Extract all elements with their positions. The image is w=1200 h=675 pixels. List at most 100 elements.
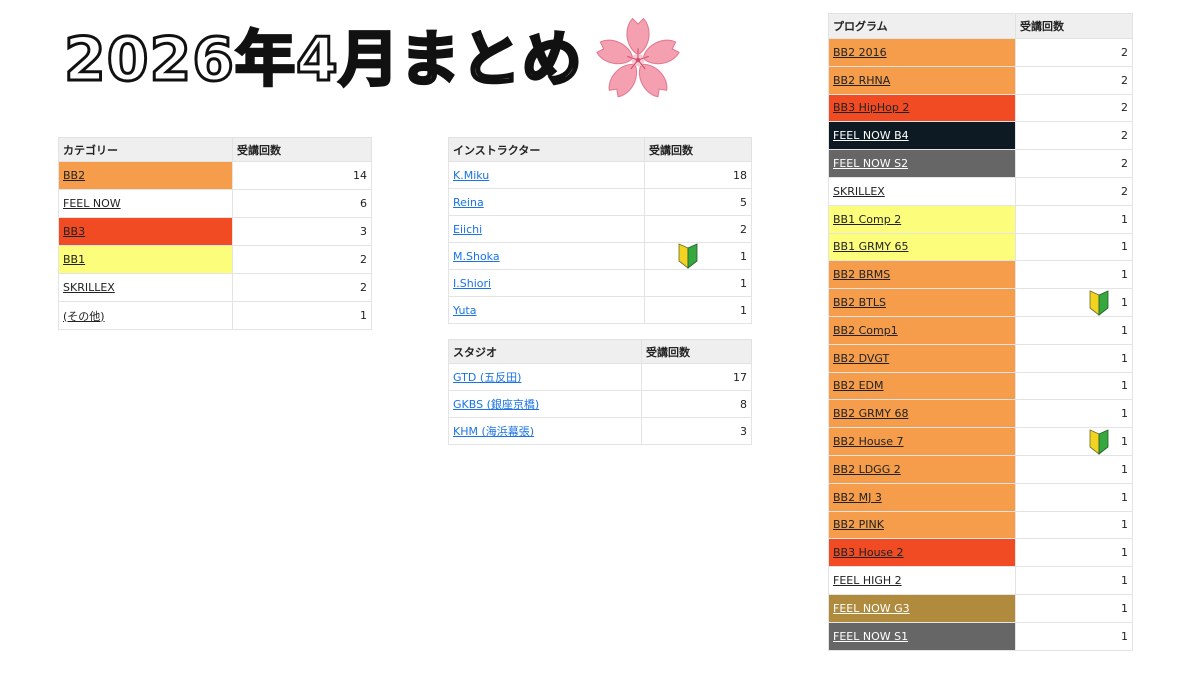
name-cell: FEEL HIGH 2 <box>828 566 1016 595</box>
count-cell: 1 <box>1015 510 1133 540</box>
count-value: 1 <box>1121 435 1128 449</box>
count-value: 2 <box>740 222 747 236</box>
table-row: BB2 2016 2 <box>828 38 1133 67</box>
table-row: BB2 PINK 1 <box>828 510 1133 540</box>
count-cell: 2 <box>232 245 372 274</box>
row-link[interactable]: BB2 RHNA <box>833 74 890 87</box>
table-row: BB3 House 2 1 <box>828 538 1133 568</box>
name-cell: (その他) <box>58 301 233 330</box>
name-cell: BB2 House 7 <box>828 427 1016 456</box>
table-row: BB2 GRMY 68 1 <box>828 399 1133 429</box>
count-value: 1 <box>740 303 747 317</box>
row-link[interactable]: KHM (海浜幕張) <box>453 425 534 438</box>
row-link[interactable]: BB3 House 2 <box>833 546 904 559</box>
row-link[interactable]: SKRILLEX <box>833 185 885 198</box>
row-link[interactable]: SKRILLEX <box>63 281 115 294</box>
table-row: KHM (海浜幕張) 3 <box>448 417 752 445</box>
name-cell: BB2 Comp1 <box>828 315 1016 345</box>
count-cell: 2 <box>232 273 372 302</box>
row-link[interactable]: BB2 <box>63 169 85 182</box>
table-row: FEEL NOW S1 1 <box>828 621 1133 651</box>
row-link[interactable]: Eiichi <box>453 223 482 236</box>
row-link[interactable]: BB2 BRMS <box>833 268 890 281</box>
table-row: Yuta 1 <box>448 296 752 324</box>
row-link[interactable]: BB2 LDGG 2 <box>833 463 901 476</box>
row-link[interactable]: FEEL NOW S1 <box>833 630 908 643</box>
row-link[interactable]: BB2 MJ 3 <box>833 491 882 504</box>
count-value: 1 <box>1121 296 1128 310</box>
count-value: 2 <box>1121 73 1128 87</box>
count-cell: 1 <box>644 242 752 270</box>
count-cell: 2 <box>1015 38 1133 67</box>
name-cell: GKBS (銀座京橋) <box>448 390 642 418</box>
name-cell: FEEL NOW S1 <box>828 621 1016 651</box>
row-link[interactable]: I.Shiori <box>453 277 491 290</box>
row-link[interactable]: BB3 HipHop 2 <box>833 101 909 114</box>
table-header-row: インストラクター 受講回数 <box>448 137 752 162</box>
count-cell: 1 <box>644 269 752 297</box>
count-value: 1 <box>1121 240 1128 254</box>
count-value: 8 <box>740 397 747 411</box>
category-table: カテゴリー 受講回数 BB2 14 FEEL NOW 6 BB3 3 BB1 2 SKRILLE… <box>58 137 372 330</box>
name-cell: BB1 GRMY 65 <box>828 232 1016 262</box>
row-link[interactable]: GTD (五反田) <box>453 371 521 384</box>
table-row: BB2 DVGT 1 <box>828 343 1133 373</box>
row-link[interactable]: FEEL NOW B4 <box>833 129 909 142</box>
column-header: 受講回数 <box>641 339 752 364</box>
row-link[interactable]: FEEL HIGH 2 <box>833 574 902 587</box>
name-cell: SKRILLEX <box>58 273 233 302</box>
row-link[interactable]: BB2 House 7 <box>833 435 904 448</box>
count-value: 14 <box>353 169 367 182</box>
table-row: Reina 5 <box>448 188 752 216</box>
row-link[interactable]: BB2 DVGT <box>833 352 889 365</box>
row-link[interactable]: M.Shoka <box>453 250 500 263</box>
row-link[interactable]: BB2 BTLS <box>833 296 886 309</box>
row-link[interactable]: BB2 2016 <box>833 46 887 59</box>
count-value: 2 <box>1121 157 1128 171</box>
row-link[interactable]: BB2 EDM <box>833 379 884 392</box>
row-link[interactable]: FEEL NOW <box>63 197 121 210</box>
count-cell: 6 <box>232 189 372 218</box>
row-link[interactable]: BB2 Comp1 <box>833 324 898 337</box>
count-cell: 17 <box>641 363 752 391</box>
count-cell: 2 <box>1015 93 1133 123</box>
count-value: 1 <box>1121 462 1128 476</box>
count-cell: 18 <box>644 161 752 189</box>
table-header-row: スタジオ 受講回数 <box>448 339 752 364</box>
name-cell: FEEL NOW B4 <box>828 121 1016 151</box>
count-cell: 1 <box>1015 538 1133 568</box>
row-link[interactable]: BB1 GRMY 65 <box>833 240 908 253</box>
row-link[interactable]: K.Miku <box>453 169 489 182</box>
name-cell: BB2 BTLS <box>828 288 1016 317</box>
count-value: 1 <box>1121 323 1128 337</box>
count-cell: 1 <box>644 296 752 324</box>
row-link[interactable]: (その他) <box>63 310 105 323</box>
row-link[interactable]: BB1 <box>63 253 85 266</box>
table-row: FEEL NOW S2 2 <box>828 149 1133 178</box>
name-cell: BB3 House 2 <box>828 538 1016 568</box>
table-row: BB1 Comp 2 1 <box>828 204 1133 234</box>
row-link[interactable]: BB2 PINK <box>833 518 884 531</box>
count-value: 1 <box>1121 574 1128 588</box>
count-value: 2 <box>1121 129 1128 143</box>
table-row: K.Miku 18 <box>448 161 752 189</box>
name-cell: FEEL NOW G3 <box>828 593 1016 623</box>
row-link[interactable]: FEEL NOW G3 <box>833 602 910 615</box>
row-link[interactable]: GKBS (銀座京橋) <box>453 398 539 411</box>
column-header: スタジオ <box>448 339 642 364</box>
row-link[interactable]: FEEL NOW S2 <box>833 157 908 170</box>
count-value: 1 <box>1121 268 1128 282</box>
count-cell: 1 <box>1015 204 1133 234</box>
program-table: プログラム 受講回数 BB2 2016 2 BB2 RHNA 2 BB3 HipHop … <box>828 13 1133 651</box>
table-row: I.Shiori 1 <box>448 269 752 297</box>
row-link[interactable]: BB2 GRMY 68 <box>833 407 908 420</box>
count-cell: 1 <box>1015 621 1133 651</box>
count-cell: 1 <box>1015 371 1133 401</box>
page-header: 2026年4月まとめ <box>63 17 683 100</box>
name-cell: FEEL NOW <box>58 189 233 218</box>
row-link[interactable]: BB3 <box>63 225 85 238</box>
row-link[interactable]: Reina <box>453 196 484 209</box>
count-value: 2 <box>360 281 367 294</box>
row-link[interactable]: BB1 Comp 2 <box>833 213 901 226</box>
row-link[interactable]: Yuta <box>453 304 476 317</box>
